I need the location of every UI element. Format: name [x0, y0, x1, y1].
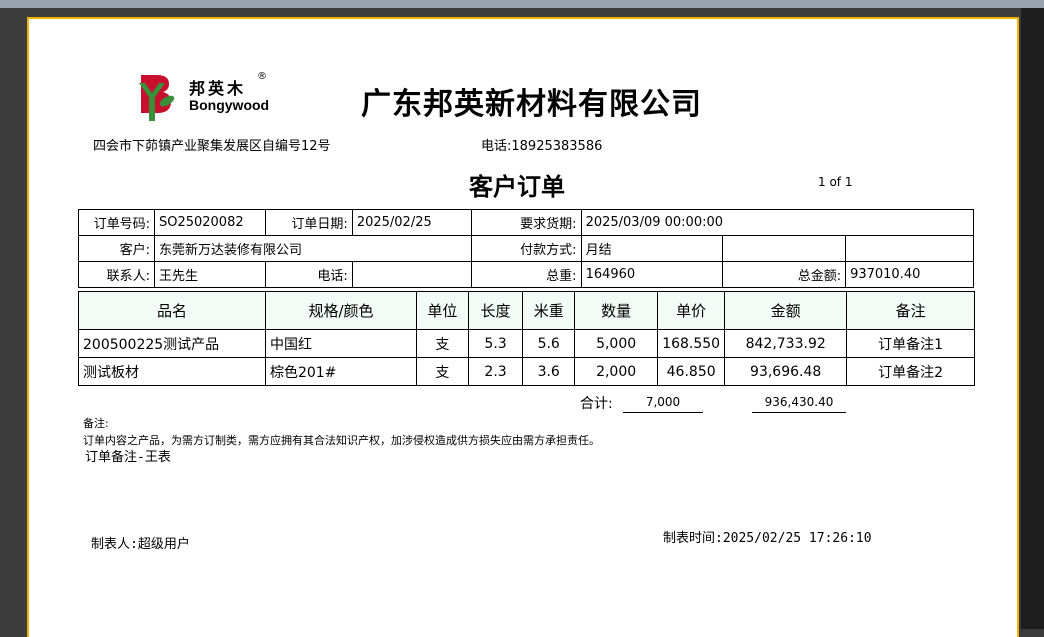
item-spec: 中国红 — [264, 329, 418, 358]
col-header-spec: 规格/颜色 — [264, 291, 418, 330]
col-header-mweight: 米重 — [522, 291, 576, 330]
col-header-unit: 单位 — [416, 291, 469, 330]
window-title-bar — [0, 0, 1044, 8]
item-unit: 支 — [416, 329, 469, 358]
report-maker: 制表人:超级用户 — [91, 537, 190, 552]
customer-label: 客户: — [78, 235, 155, 262]
notes-label: 备注: — [83, 417, 109, 430]
weight-value: 164960 — [580, 261, 724, 288]
notes-remark: 订单备注-王表 — [85, 450, 171, 465]
order-no-label: 订单号码: — [78, 209, 155, 236]
col-header-qty: 数量 — [574, 291, 659, 330]
report-page: 邦英木 ® Bongywood 广东邦英新材料有限公司 四会市下茆镇产业聚集发展… — [27, 17, 1019, 637]
item-amount: 842,733.92 — [724, 329, 848, 358]
item-length: 5.3 — [467, 329, 524, 358]
total-value: 937010.40 — [845, 261, 974, 288]
company-address: 四会市下茆镇产业聚集发展区自编号12号 — [93, 139, 331, 154]
col-header-price: 单价 — [657, 291, 726, 330]
customer-value: 东莞新万达装修有限公司 — [153, 235, 472, 262]
item-price: 168.550 — [657, 329, 726, 358]
report-made-time: 制表时间:2025/02/25 17:26:10 — [663, 531, 872, 546]
viewer-dark-gutter — [1021, 8, 1044, 629]
item-mweight: 3.6 — [522, 357, 576, 386]
summary-qty: 7,000 — [623, 395, 703, 413]
summary-label: 合计: — [580, 396, 613, 412]
logo-registered: ® — [257, 71, 267, 82]
delivery-label: 要求货期: — [470, 209, 582, 236]
report-title: 客户订单 — [469, 172, 565, 201]
order-info-table: 订单号码: SO25020082 订单日期: 2025/02/25 要求货期: … — [78, 209, 975, 288]
col-header-name: 品名 — [78, 291, 266, 330]
items-header-row: 品名 规格/颜色 单位 长度 米重 数量 单价 金额 备注 — [78, 291, 975, 330]
item-remark: 订单备注1 — [846, 329, 975, 358]
logo-english: Bongywood — [189, 97, 270, 113]
item-qty: 2,000 — [574, 357, 659, 386]
tel-label: 电话: — [264, 261, 353, 288]
company-logo: 邦英木 ® Bongywood — [137, 71, 297, 123]
total-label: 总金额: — [722, 261, 847, 288]
item-qty: 5,000 — [574, 329, 659, 358]
delivery-value: 2025/03/09 00:00:00 — [580, 209, 975, 236]
contact-label: 联系人: — [78, 261, 155, 288]
contact-value: 王先生 — [153, 261, 266, 288]
item-spec: 棕色201# — [264, 357, 418, 386]
col-header-length: 长度 — [467, 291, 524, 330]
order-date-label: 订单日期: — [264, 209, 353, 236]
item-name: 测试板材 — [78, 357, 266, 386]
col-header-amount: 金额 — [724, 291, 848, 330]
table-row: 200500225测试产品 中国红 支 5.3 5.6 5,000 168.55… — [78, 329, 975, 358]
item-price: 46.850 — [657, 357, 726, 386]
empty-cell — [722, 235, 847, 262]
logo-chinese: 邦英木 — [189, 79, 247, 98]
order-date-value: 2025/02/25 — [351, 209, 472, 236]
company-phone: 电话:18925383586 — [481, 139, 603, 154]
table-row: 测试板材 棕色201# 支 2.3 3.6 2,000 46.850 93,69… — [78, 357, 975, 386]
item-name: 200500225测试产品 — [78, 329, 266, 358]
payment-label: 付款方式: — [470, 235, 582, 262]
item-mweight: 5.6 — [522, 329, 576, 358]
tel-value — [351, 261, 472, 288]
item-unit: 支 — [416, 357, 469, 386]
weight-label: 总重: — [470, 261, 582, 288]
summary-amount: 936,430.40 — [752, 395, 846, 413]
company-name: 广东邦英新材料有限公司 — [361, 87, 702, 122]
order-items-table: 品名 规格/颜色 单位 长度 米重 数量 单价 金额 备注 200500225测… — [78, 291, 975, 386]
payment-value: 月结 — [580, 235, 724, 262]
order-no-value: SO25020082 — [153, 209, 266, 236]
col-header-remark: 备注 — [846, 291, 975, 330]
item-remark: 订单备注2 — [846, 357, 975, 386]
item-amount: 93,696.48 — [724, 357, 848, 386]
empty-cell — [845, 235, 974, 262]
page-indicator: 1 of 1 — [818, 175, 853, 189]
item-length: 2.3 — [467, 357, 524, 386]
